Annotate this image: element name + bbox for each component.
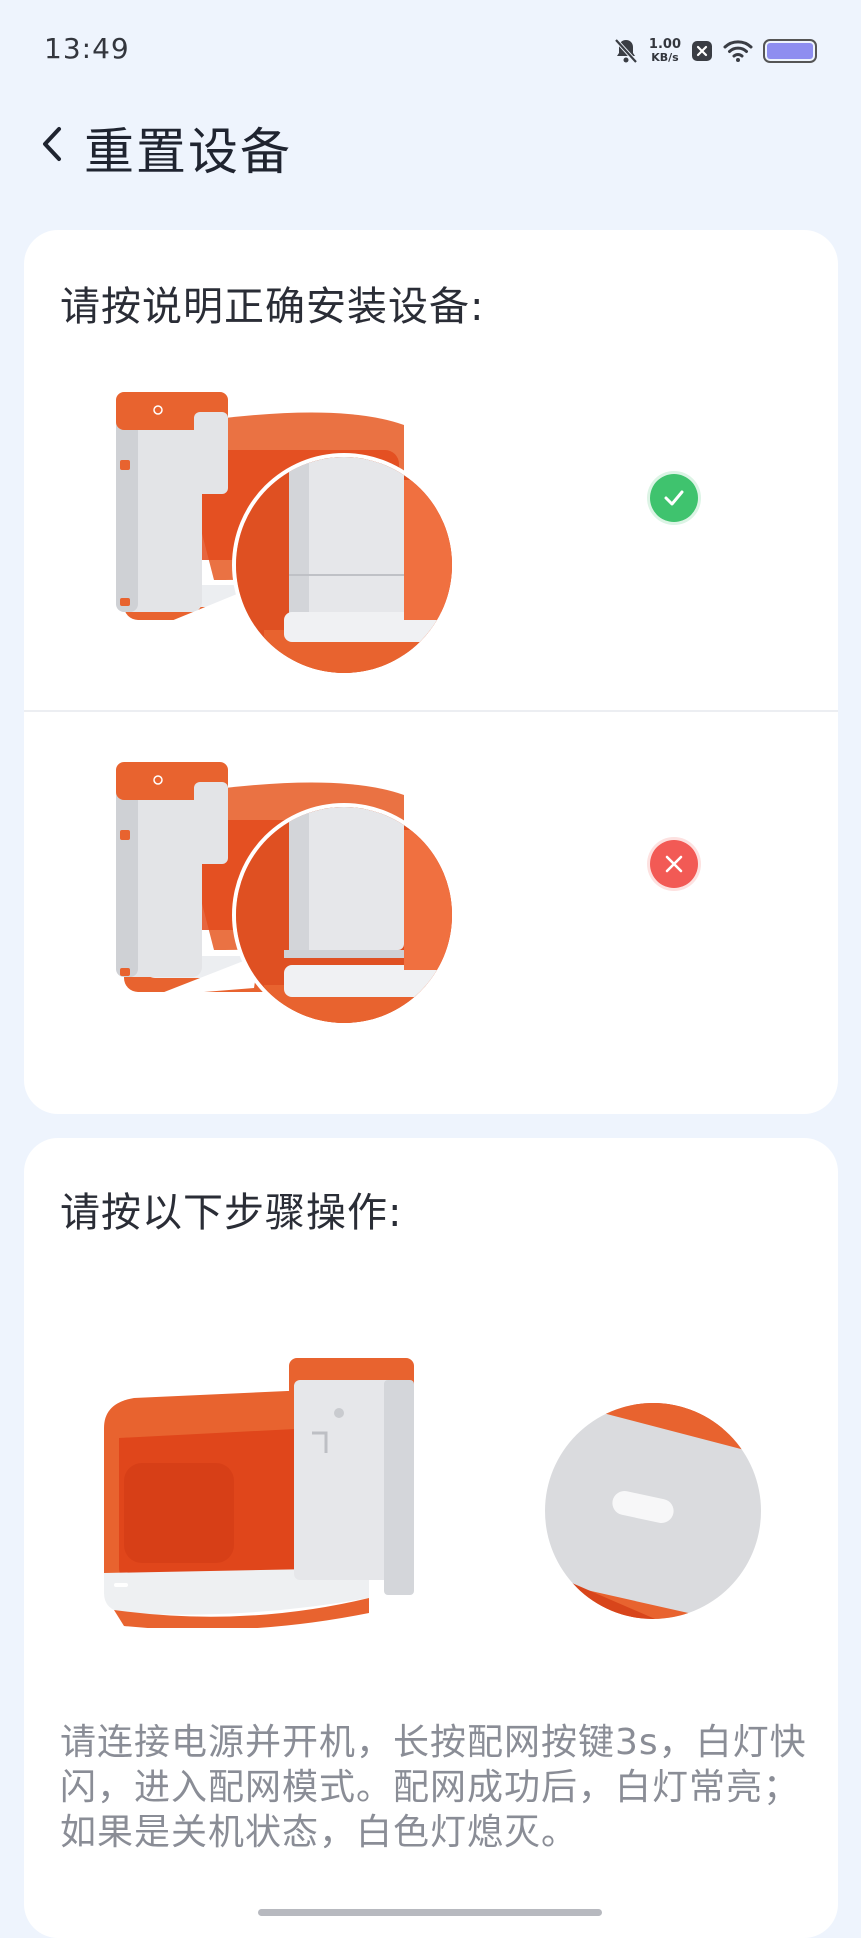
net-speed-value: 1.00 (648, 37, 681, 52)
battery-icon (763, 39, 817, 63)
install-guide-heading: 请按说明正确安装设备: (60, 284, 485, 330)
cross-icon (665, 855, 683, 873)
page-title: 重置设备 (84, 123, 292, 181)
incorrect-indicator (650, 840, 698, 888)
back-button[interactable] (28, 118, 76, 170)
wifi-icon (723, 39, 753, 63)
incorrect-install-illustration (116, 762, 456, 1027)
correct-indicator (650, 474, 698, 522)
network-speed: 1.00 KB/s (649, 38, 681, 64)
steps-instructions: 请连接电源并开机，长按配网按键3s，白灯快闪，进入配网模式。配网成功后，白灯常亮… (60, 1722, 807, 1853)
install-guide-card: 请按说明正确安装设备: (24, 230, 838, 1114)
app-notification-icon (691, 40, 713, 62)
status-time: 13:49 (44, 32, 130, 65)
steps-heading: 请按以下步骤操作: (60, 1190, 403, 1236)
steps-card: 请按以下步骤操作: 请连接电源并开机，长按配网按键3s，白灯快闪，进入配网模式。… (24, 1138, 838, 1938)
status-bar: 13:49 1.00 KB/s (0, 0, 861, 100)
correct-install-illustration (116, 392, 456, 677)
battery-level (767, 43, 813, 59)
device-front-illustration (104, 1358, 414, 1628)
chevron-left-icon (43, 127, 61, 161)
net-speed-unit: KB/s (651, 51, 679, 64)
home-indicator[interactable] (258, 1909, 602, 1916)
pairing-button-closeup (545, 1403, 761, 1619)
bell-muted-icon (613, 37, 639, 65)
checkmark-icon (664, 490, 684, 506)
divider (24, 710, 838, 712)
status-icons: 1.00 KB/s (613, 34, 817, 68)
nav-bar: 重置设备 (0, 100, 861, 190)
